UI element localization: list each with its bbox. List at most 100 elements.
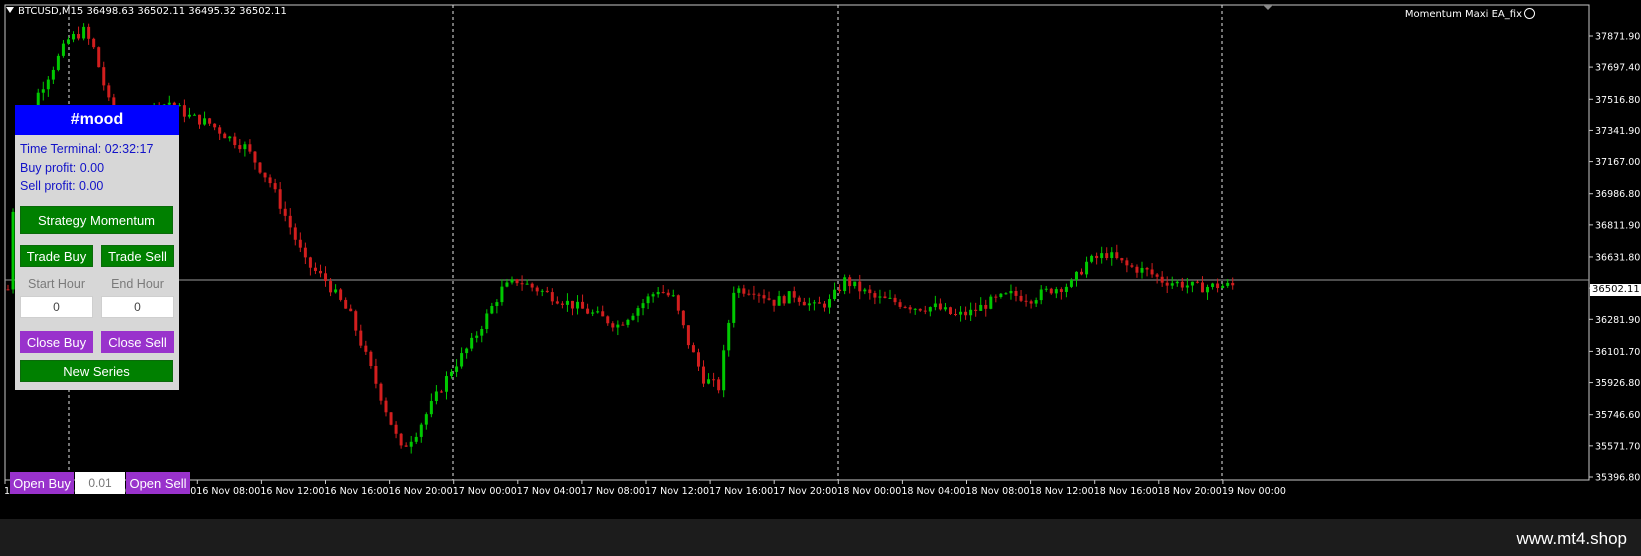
candle-body <box>570 300 574 309</box>
candle-body <box>913 308 917 310</box>
close-sell-button[interactable]: Close Sell <box>101 331 174 353</box>
price-axis-label: 37871.90 <box>1595 32 1640 43</box>
panel-title: #mood <box>15 105 179 135</box>
strategy-momentum-button[interactable]: Strategy Momentum <box>20 206 173 234</box>
candle-body <box>1170 283 1174 286</box>
candle-body <box>681 310 685 326</box>
candle-body <box>550 292 554 302</box>
candle-body <box>1049 288 1053 294</box>
candle-body <box>586 308 590 314</box>
candle-body <box>984 304 988 309</box>
open-sell-button[interactable]: Open Sell <box>126 472 190 494</box>
time-axis-label: 16 Nov 12:00 <box>260 486 324 497</box>
expert-advisor-label[interactable]: Momentum Maxi EA_fix <box>1405 8 1535 20</box>
candle-body <box>702 366 706 384</box>
candle-body <box>1085 261 1089 275</box>
buy-profit-text: Buy profit: 0.00 <box>20 161 105 175</box>
candle-body <box>485 313 489 330</box>
end-hour-input[interactable] <box>101 296 174 318</box>
chart-canvas[interactable]: 37871.90 37697.40 37516.80 37341.90 37167.00… <box>0 0 1641 519</box>
candle-body <box>318 270 322 274</box>
candle-body <box>606 316 610 324</box>
lot-size-input[interactable] <box>75 472 125 494</box>
candle-body <box>56 55 60 70</box>
candle-body <box>868 289 872 294</box>
candle-body <box>1221 285 1225 289</box>
candle-body <box>46 79 50 90</box>
price-axis-label: 35571.70 <box>1595 441 1640 452</box>
candle-body <box>374 365 378 384</box>
candle-body <box>424 414 428 425</box>
candle-body <box>722 350 726 391</box>
candle-body <box>1039 289 1043 301</box>
candle-body <box>540 290 544 292</box>
candle-body <box>1140 267 1144 273</box>
candle-body <box>409 441 413 447</box>
candle-body <box>1095 255 1099 259</box>
time-axis-label: 16 Nov 16:00 <box>325 486 389 497</box>
price-axis-label: 35396.80 <box>1595 473 1640 484</box>
new-series-button[interactable]: New Series <box>20 360 173 382</box>
candle-body <box>470 337 474 349</box>
candle-body <box>581 301 585 309</box>
candle-body <box>737 288 741 293</box>
time-axis-label: 17 Nov 20:00 <box>773 486 837 497</box>
candle-body <box>1029 301 1033 304</box>
candle-body <box>480 329 484 336</box>
candle-body <box>213 123 217 128</box>
candle-body <box>828 299 832 308</box>
price-chart[interactable]: 37871.90 37697.40 37516.80 37341.90 37167.00… <box>0 0 1640 504</box>
candle-body <box>822 303 826 308</box>
candle-body <box>87 26 91 39</box>
candle-body <box>863 289 867 292</box>
candle-body <box>258 162 262 173</box>
candle-body <box>233 136 237 146</box>
candle-body <box>313 267 317 271</box>
candle-body <box>777 296 781 306</box>
candle-body <box>555 301 559 304</box>
candle-body <box>646 296 650 304</box>
trade-buy-button[interactable]: Trade Buy <box>20 245 93 267</box>
candle-body <box>717 379 721 391</box>
candle-body <box>298 239 302 248</box>
candle-body <box>565 300 569 305</box>
candle-body <box>303 247 307 258</box>
time-terminal-text: Time Terminal: 02:32:17 <box>20 142 154 156</box>
price-axis-label: 35926.80 <box>1595 378 1640 389</box>
dropdown-triangle-icon[interactable] <box>6 7 14 13</box>
time-axis-label: 17 Nov 00:00 <box>453 486 517 497</box>
candle-body <box>187 114 191 117</box>
candle-body <box>1190 281 1194 286</box>
candle-body <box>989 296 993 309</box>
price-axis-label: 35746.60 <box>1595 410 1640 421</box>
candle-body <box>1206 286 1210 293</box>
candle-body <box>1211 283 1215 287</box>
time-axis-label: 18 Nov 12:00 <box>1030 486 1094 497</box>
candle-body <box>1145 267 1149 270</box>
candle-body <box>349 308 353 312</box>
close-buy-button[interactable]: Close Buy <box>20 331 93 353</box>
candle-body <box>560 303 564 305</box>
price-axis-label: 36986.80 <box>1595 189 1640 200</box>
trade-sell-button[interactable]: Trade Sell <box>101 245 174 267</box>
price-axis-label: 36101.70 <box>1595 347 1640 358</box>
candle-body <box>928 307 932 312</box>
start-hour-input[interactable] <box>20 296 93 318</box>
candle-body <box>399 433 403 446</box>
candle-body <box>283 208 287 216</box>
candle-body <box>616 324 620 328</box>
time-axis-label: 17 Nov 12:00 <box>645 486 709 497</box>
price-axis-label: 36811.90 <box>1595 220 1640 231</box>
watermark-text: www.mt4.shop <box>1516 529 1627 548</box>
candle-body <box>707 379 711 384</box>
chart-symbol-header: BTCUSD,M15 36498.63 36502.11 36495.32 36… <box>6 6 287 17</box>
footer-bar <box>0 519 1641 556</box>
open-buy-button[interactable]: Open Buy <box>10 472 74 494</box>
candle-body <box>61 43 65 56</box>
candle-body <box>92 38 96 48</box>
candle-body <box>1014 291 1018 296</box>
candle-body <box>833 289 837 300</box>
shift-marker-icon <box>1263 5 1273 10</box>
time-axis-label: 17 Nov 08:00 <box>581 486 645 497</box>
candle-body <box>505 282 509 287</box>
